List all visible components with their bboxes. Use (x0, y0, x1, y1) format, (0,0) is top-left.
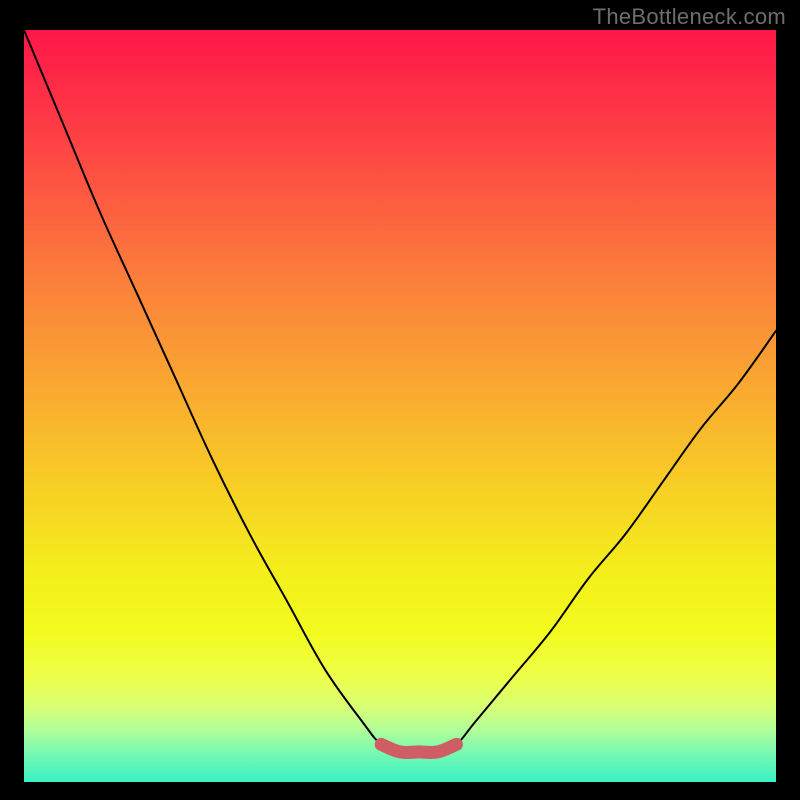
gradient-background (24, 30, 776, 782)
bottleneck-plot (24, 30, 776, 782)
watermark-text: TheBottleneck.com (593, 4, 786, 30)
chart-stage: TheBottleneck.com (0, 0, 800, 800)
chart-svg (24, 30, 776, 782)
tolerance-band (381, 744, 456, 752)
